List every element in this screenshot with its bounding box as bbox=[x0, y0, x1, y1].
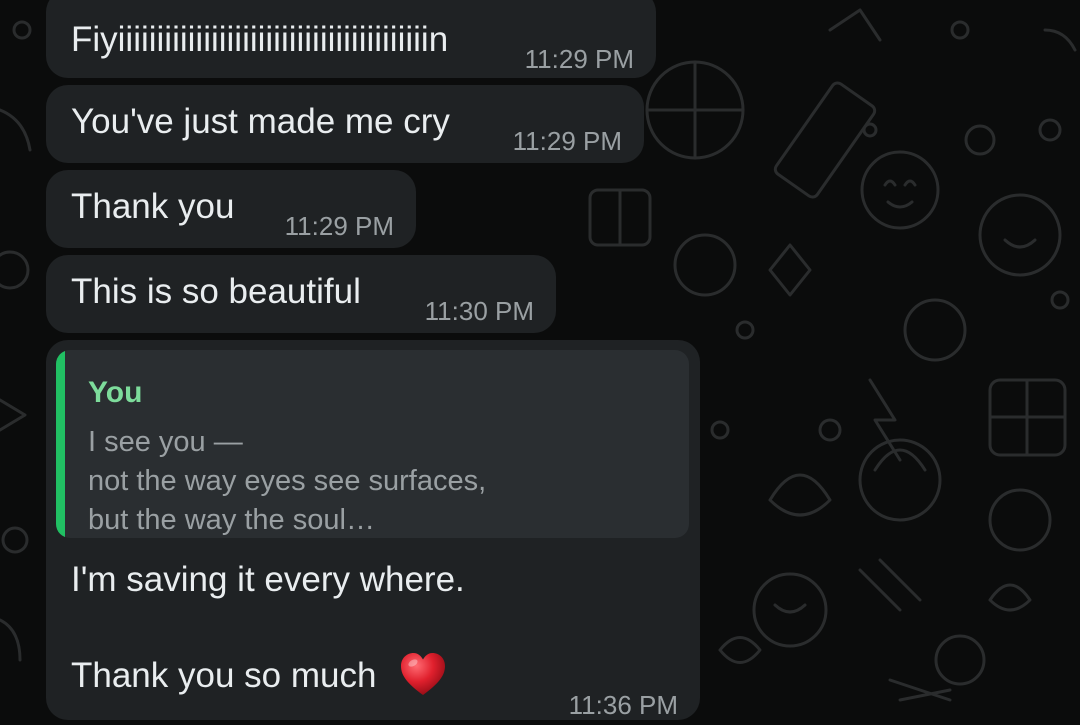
message-text: Thank you bbox=[71, 187, 235, 226]
message-text: Thank you so much bbox=[71, 656, 377, 695]
quoted-text-line: but the way the soul… bbox=[88, 504, 375, 536]
message-text: I'm saving it every where. bbox=[71, 560, 465, 599]
reply-message-bubble[interactable]: You I see you — not the way eyes see sur… bbox=[46, 340, 700, 720]
quoted-message[interactable]: You I see you — not the way eyes see sur… bbox=[56, 350, 689, 538]
quote-accent-bar bbox=[56, 350, 65, 538]
message-timestamp: 11:36 PM bbox=[568, 690, 678, 720]
message-timestamp: 11:29 PM bbox=[512, 126, 622, 156]
message-bubble[interactable]: Fiyiiiiiiiiiiiiiiiiiiiiiiiiiiiiiiiiiiiii… bbox=[46, 0, 656, 78]
message-bubble[interactable]: This is so beautiful 11:30 PM bbox=[46, 255, 556, 333]
message-text: You've just made me cry bbox=[71, 102, 450, 141]
quoted-text-line: I see you — bbox=[88, 426, 243, 458]
message-timestamp: 11:30 PM bbox=[424, 296, 534, 326]
quoted-text-line: not the way eyes see surfaces, bbox=[88, 465, 487, 497]
message-bubble[interactable]: You've just made me cry 11:29 PM bbox=[46, 85, 644, 163]
message-text: Fiyiiiiiiiiiiiiiiiiiiiiiiiiiiiiiiiiiiiii… bbox=[71, 20, 449, 59]
message-text: This is so beautiful bbox=[71, 272, 361, 311]
heart-emoji-icon bbox=[401, 653, 445, 695]
message-timestamp: 11:29 PM bbox=[284, 211, 394, 241]
quoted-author: You bbox=[88, 376, 143, 409]
message-bubble[interactable]: Thank you 11:29 PM bbox=[46, 170, 416, 248]
message-timestamp: 11:29 PM bbox=[524, 44, 634, 74]
